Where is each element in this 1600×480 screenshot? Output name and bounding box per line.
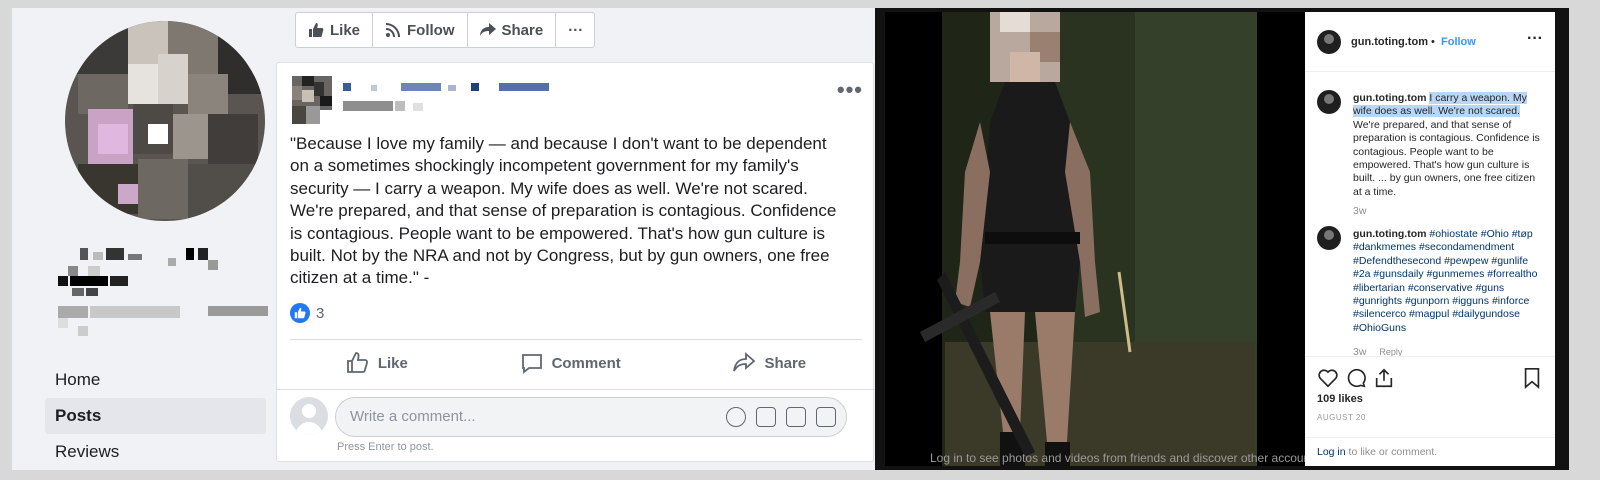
- post-author-avatar-pixelated[interactable]: [292, 76, 332, 124]
- reply-button[interactable]: Reply: [1379, 347, 1402, 356]
- post-author-name-pixelated: [343, 83, 549, 111]
- share-outline-icon: [733, 352, 756, 372]
- sticker-icon[interactable]: [816, 407, 836, 427]
- follow-page-button[interactable]: Follow: [373, 13, 468, 47]
- comment-attachment-icons: [726, 407, 836, 427]
- thumbs-up-icon: [309, 23, 324, 37]
- post-caption: gun.toting.tom I carry a weapon. My wife…: [1353, 92, 1545, 199]
- caption-username[interactable]: gun.toting.tom: [1353, 92, 1426, 104]
- post-header: gun.toting.tom • Follow ···: [1305, 12, 1555, 72]
- sidebar-item-posts[interactable]: Posts: [45, 398, 266, 434]
- comment-timestamp: 3w Reply: [1353, 346, 1402, 356]
- camera-icon[interactable]: [756, 407, 776, 427]
- comment-input[interactable]: Write a comment...: [335, 397, 847, 437]
- commenter-avatar: [290, 397, 328, 435]
- post-side-panel: gun.toting.tom • Follow ··· gun.toting.t…: [1305, 12, 1555, 466]
- comment-icon[interactable]: [1345, 367, 1367, 389]
- login-rest-text: to like or comment.: [1345, 446, 1438, 458]
- post-photo[interactable]: [885, 12, 1305, 466]
- post-comment-label: Comment: [551, 354, 621, 372]
- heart-icon[interactable]: [1317, 367, 1339, 389]
- like-page-button[interactable]: Like: [296, 13, 374, 47]
- hashtag-comment: gun.toting.tom #ohiostate #Ohio #tøp #da…: [1353, 228, 1545, 335]
- post-date: AUGUST 20: [1317, 413, 1366, 422]
- reaction-summary[interactable]: 3: [290, 303, 324, 323]
- caption-text: We're prepared, and that sense of prepar…: [1353, 118, 1540, 198]
- emoji-icon[interactable]: [726, 407, 746, 427]
- caption-avatar[interactable]: [1317, 90, 1341, 114]
- comment-username[interactable]: gun.toting.tom: [1353, 228, 1426, 240]
- divider: [277, 389, 875, 390]
- author-avatar[interactable]: [1317, 30, 1341, 54]
- gif-icon[interactable]: [786, 407, 806, 427]
- post-actions: 109 likes AUGUST 20 Log in to like or co…: [1305, 356, 1555, 466]
- bookmark-icon[interactable]: [1521, 367, 1543, 389]
- post-like-label: Like: [377, 354, 408, 372]
- more-options-button[interactable]: ···: [556, 13, 595, 47]
- page-sidebar: Home Posts Reviews: [12, 8, 282, 470]
- rss-follow-icon: [386, 23, 401, 37]
- post-share-button[interactable]: Share: [732, 351, 806, 375]
- comment-bubble-icon: [521, 354, 542, 374]
- separator-dot: •: [1431, 36, 1435, 48]
- thumbs-up-outline-icon: [346, 352, 368, 373]
- like-reaction-icon: [290, 303, 310, 323]
- comment-time: 3w: [1353, 346, 1367, 356]
- post-like-button[interactable]: Like: [346, 351, 408, 375]
- author-username[interactable]: gun.toting.tom: [1351, 36, 1428, 48]
- comment-placeholder: Write a comment...: [350, 408, 476, 425]
- instagram-post-modal: Log in to see photos and videos from fri…: [875, 8, 1569, 470]
- page-action-toolbar: Like Follow Share ···: [295, 12, 595, 48]
- like-page-label: Like: [330, 21, 361, 39]
- post-action-bar: Like Comment Share: [290, 343, 862, 383]
- more-dots-icon: ···: [568, 21, 584, 39]
- comments-list: gun.toting.tom I carry a weapon. My wife…: [1305, 80, 1555, 356]
- share-arrow-icon: [479, 23, 496, 36]
- share-page-button[interactable]: Share: [468, 13, 557, 47]
- more-options-icon[interactable]: ···: [1527, 30, 1543, 48]
- profile-picture-pixelated[interactable]: [58, 14, 272, 228]
- comment-avatar[interactable]: [1317, 226, 1341, 250]
- follow-button[interactable]: Follow: [1441, 36, 1476, 48]
- caption-timestamp: 3w: [1353, 205, 1367, 217]
- login-link[interactable]: Log in: [1317, 446, 1346, 458]
- share-page-label: Share: [501, 21, 544, 39]
- post-comment-button[interactable]: Comment: [520, 351, 621, 375]
- press-enter-hint: Press Enter to post.: [337, 441, 434, 453]
- post-options-button[interactable]: •••: [837, 77, 863, 103]
- hashtag-list[interactable]: #ohiostate #Ohio #tøp #dankmemes #second…: [1353, 228, 1537, 334]
- sidebar-item-reviews[interactable]: Reviews: [45, 434, 266, 470]
- post-card: ••• "Because I love my family — and beca…: [276, 62, 875, 462]
- post-body-text: "Because I love my family — and because …: [290, 134, 837, 288]
- sidebar-item-home[interactable]: Home: [45, 362, 266, 398]
- page-name-pixelated: [58, 248, 268, 336]
- divider: [290, 339, 862, 340]
- follow-page-label: Follow: [407, 21, 455, 39]
- facebook-page: Home Posts Reviews Like Follow Share ···: [12, 8, 887, 470]
- post-share-label: Share: [764, 354, 807, 372]
- share-icon[interactable]: [1373, 367, 1395, 389]
- login-to-comment: Log in to like or comment.: [1305, 437, 1555, 466]
- like-count[interactable]: 109 likes: [1317, 393, 1363, 405]
- reaction-count: 3: [316, 304, 325, 322]
